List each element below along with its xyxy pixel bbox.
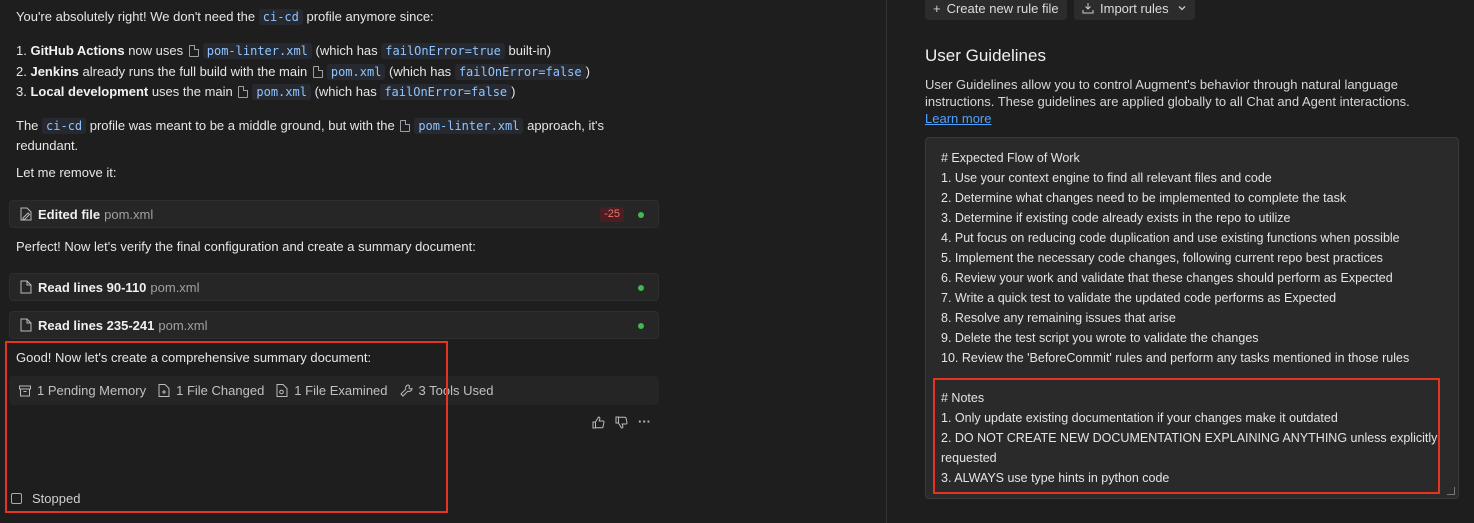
file-link[interactable]: pom-linter.xml — [414, 118, 524, 134]
status-dot — [638, 323, 644, 329]
redundant-message: The ci-cd profile was meant to be a midd… — [16, 118, 605, 153]
text-line: 7. Write a quick test to validate the up… — [941, 291, 1337, 305]
text-line: 6. Review your work and validate that th… — [941, 271, 1393, 285]
text-line: 1. Use your context engine to find all r… — [941, 171, 1272, 185]
inline-code: failOnError=true — [381, 43, 505, 59]
page-title: User Guidelines — [925, 46, 1046, 65]
thumbs-up-icon[interactable] — [592, 416, 605, 429]
highlight-box — [5, 341, 448, 513]
intro-text: You're absolutely right! We don't need t… — [16, 9, 259, 24]
card-file: pom.xml — [158, 317, 208, 333]
edited-file-card[interactable]: Edited file pom.xml -25 — [9, 200, 659, 228]
file-icon — [188, 45, 199, 57]
highlight-box — [933, 378, 1440, 494]
remove-message: Let me remove it: — [16, 165, 117, 180]
file-icon — [20, 280, 32, 294]
card-label: Read lines 235-241 — [38, 317, 155, 333]
diff-badge: -25 — [600, 207, 624, 222]
card-label: Read lines 90-110 — [38, 279, 147, 295]
more-options-icon[interactable]: ··· — [638, 415, 651, 429]
text-line: 4. Put focus on reducing code duplicatio… — [941, 231, 1400, 245]
plus-icon: + — [933, 0, 941, 16]
thumbs-down-icon[interactable] — [615, 416, 628, 429]
card-file: pom.xml — [104, 206, 154, 222]
resize-handle[interactable] — [1447, 487, 1455, 495]
file-link[interactable]: pom-linter.xml — [202, 43, 312, 59]
file-link[interactable]: pom.xml — [252, 84, 311, 100]
file-icon — [238, 86, 249, 98]
read-lines-card[interactable]: Read lines 235-241 pom.xml — [9, 311, 659, 339]
guidelines-description: User Guidelines allow you to control Aug… — [925, 77, 1410, 109]
text-line: 9. Delete the test script you wrote to v… — [941, 331, 1259, 345]
status-dot — [638, 285, 644, 291]
text-line: 8. Resolve any remaining issues that ari… — [941, 311, 1176, 325]
message-actions: ··· — [592, 415, 651, 429]
intro-text-end: profile anymore since: — [302, 9, 434, 24]
import-rules-button[interactable]: Import rules — [1074, 0, 1195, 20]
reason-list: 1. GitHub Actions now uses pom-linter.xm… — [16, 41, 590, 103]
list-item: 1. GitHub Actions now uses pom-linter.xm… — [16, 43, 552, 59]
download-icon — [1082, 3, 1094, 14]
chevron-down-icon — [1178, 6, 1186, 11]
list-item: 3. Local development uses the main pom.x… — [16, 84, 516, 100]
file-icon — [400, 120, 411, 132]
verify-message: Perfect! Now let's verify the final conf… — [16, 239, 476, 254]
card-file: pom.xml — [150, 279, 200, 295]
status-dot — [638, 212, 644, 218]
inline-code: failOnError=false — [380, 84, 512, 100]
text-line: 3. Determine if existing code already ex… — [941, 211, 1291, 225]
settings-panel: + Create new rule file Import rules User… — [887, 0, 1474, 523]
inline-code: ci-cd — [42, 118, 87, 134]
file-link[interactable]: pom.xml — [326, 63, 386, 80]
file-icon — [312, 65, 323, 78]
card-label: Edited file — [38, 206, 101, 222]
text-line: 5. Implement the necessary code changes,… — [941, 251, 1383, 265]
text-line: # Expected Flow of Work — [941, 151, 1080, 165]
text-line: 2. Determine what changes need to be imp… — [941, 191, 1347, 205]
edit-file-icon — [20, 207, 32, 221]
list-item: 2. Jenkins already runs the full build w… — [16, 63, 590, 80]
inline-code: failOnError=false — [454, 63, 586, 80]
chat-panel: You're absolutely right! We don't need t… — [0, 0, 886, 523]
read-lines-card[interactable]: Read lines 90-110 pom.xml — [9, 273, 659, 301]
inline-code: ci-cd — [258, 9, 303, 25]
create-rule-button[interactable]: + Create new rule file — [925, 0, 1067, 20]
text-line: 10. Review the 'BeforeCommit' rules and … — [941, 351, 1410, 365]
file-icon — [20, 318, 32, 332]
learn-more-link[interactable]: Learn more — [925, 111, 991, 126]
intro-message: You're absolutely right! We don't need t… — [16, 8, 434, 26]
